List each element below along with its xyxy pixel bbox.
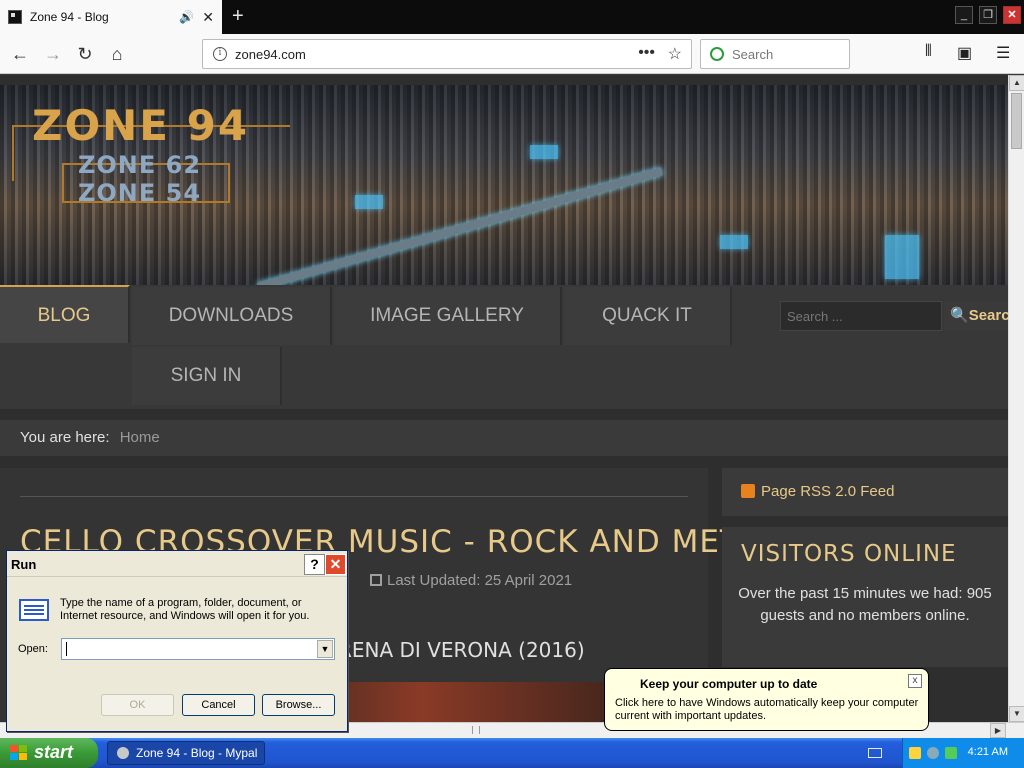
nav-item-downloads[interactable]: DOWNLOADS (132, 287, 332, 345)
keyboard-icon[interactable] (868, 748, 882, 758)
taskbar: start Zone 94 - Blog - Mypal 4:21 AM (0, 738, 1024, 768)
site-search-button[interactable]: 🔍Search (944, 301, 1008, 331)
run-program-icon (19, 599, 49, 621)
update-notification-balloon[interactable]: Keep your computer up to date x Click he… (604, 668, 929, 731)
url-bar[interactable]: i zone94.com ••• ☆ (202, 39, 692, 69)
balloon-body[interactable]: Click here to have Windows automatically… (615, 697, 920, 723)
taskbar-item-label: Zone 94 - Blog - Mypal (136, 746, 258, 760)
network-icon[interactable] (927, 747, 939, 759)
url-text[interactable]: zone94.com (235, 47, 306, 62)
breadcrumb-home-link[interactable]: Home (120, 429, 160, 446)
site-search-button-label: Search (968, 307, 1008, 324)
visitors-title: VISITORS ONLINE (741, 541, 957, 567)
bookmark-star-icon[interactable]: ☆ (668, 44, 682, 64)
run-dialog-title: Run (11, 557, 37, 572)
taskbar-item-browser[interactable]: Zone 94 - Blog - Mypal (107, 741, 265, 765)
restore-button[interactable]: ❐ (979, 6, 997, 24)
run-dialog-close-button[interactable]: ✕ (325, 554, 346, 575)
ok-button[interactable]: OK (101, 694, 174, 716)
run-dialog-message: Type the name of a program, folder, docu… (60, 597, 310, 622)
tab-title: Zone 94 - Blog (30, 10, 109, 24)
balloon-title: Keep your computer up to date (640, 677, 818, 691)
security-shield-icon[interactable] (909, 747, 921, 759)
clock[interactable]: 4:21 AM (968, 746, 1008, 758)
browse-button[interactable]: Browse... (262, 694, 335, 716)
article-subtitle: RENA DI VERONA (2016) (338, 638, 585, 662)
scrollbar-grip[interactable] (472, 726, 480, 734)
scroll-up-arrow-icon[interactable]: ▲ (1009, 75, 1024, 91)
rss-icon (741, 484, 755, 498)
browser-toolbar: ← → ↻ ⌂ i zone94.com ••• ☆ Search ⫴ ▣ ☰ (0, 34, 1024, 74)
open-label: Open: (18, 643, 48, 655)
tab-close-icon[interactable]: ✕ (202, 9, 214, 26)
browser-search-input[interactable]: Search (700, 39, 850, 69)
nav-item-quack-it[interactable]: QUACK IT (564, 287, 732, 345)
breadcrumb: You are here: Home (0, 420, 1008, 456)
text-caret (66, 642, 67, 656)
system-tray: 4:21 AM (902, 738, 1024, 768)
site-info-icon[interactable]: i (213, 47, 227, 61)
rss-label: Page RSS 2.0 Feed (761, 483, 895, 500)
help-button[interactable]: ? (304, 554, 325, 575)
article-updated-text: Last Updated: 25 April 2021 (387, 572, 573, 589)
banner-light-decoration (530, 145, 558, 159)
search-placeholder: Search (732, 47, 774, 62)
run-dialog: Run ? ✕ Type the name of a program, fold… (6, 550, 348, 732)
forward-arrow-icon[interactable]: → (41, 42, 65, 66)
banner-light-decoration (355, 195, 383, 209)
run-dialog-titlebar[interactable]: Run ? ✕ (7, 551, 347, 577)
cancel-button[interactable]: Cancel (182, 694, 255, 716)
banner-light-decoration (720, 235, 748, 249)
rss-feed-link[interactable]: Page RSS 2.0 Feed (722, 468, 1008, 516)
scrollbar-thumb[interactable] (1011, 93, 1022, 149)
page-actions-icon[interactable]: ••• (638, 44, 655, 62)
window-close-button[interactable]: ✕ (1003, 6, 1021, 24)
breadcrumb-prefix: You are here: (20, 429, 110, 446)
banner-rail-decoration (257, 167, 663, 291)
start-label: start (34, 742, 74, 762)
sidebar-icon[interactable]: ▣ (957, 43, 972, 63)
visitors-text: Over the past 15 minutes we had: 905 gue… (738, 585, 992, 624)
article-updated: Last Updated: 25 April 2021 (370, 572, 572, 589)
site-main-nav: BLOG DOWNLOADS IMAGE GALLERY QUACK IT SI… (0, 285, 1008, 409)
home-icon[interactable]: ⌂ (105, 42, 129, 66)
new-tab-button[interactable]: + (232, 5, 244, 27)
site-logo-line2: ZONE 62 (78, 151, 202, 179)
search-engine-icon[interactable] (710, 47, 724, 61)
browser-tab[interactable]: Zone 94 - Blog 🔊 ✕ (0, 0, 222, 34)
site-banner: ZONE 94 ZONE 62 ZONE 54 (0, 85, 1008, 291)
vertical-scrollbar[interactable]: ▲ ▼ (1008, 75, 1024, 722)
balloon-close-button[interactable]: x (908, 674, 922, 688)
nav-item-blog[interactable]: BLOG (0, 285, 130, 343)
speaker-icon[interactable]: 🔊 (179, 10, 194, 24)
chevron-down-icon[interactable]: ▼ (317, 640, 333, 658)
mypal-app-icon (117, 747, 129, 759)
site-logo-main[interactable]: ZONE 94 (32, 101, 249, 150)
banner-light-decoration (885, 235, 919, 279)
scroll-right-arrow-icon[interactable]: ▶ (990, 723, 1006, 738)
library-icon[interactable]: ⫴ (925, 43, 932, 61)
site-search-input[interactable]: Search ... (780, 301, 942, 331)
divider (20, 496, 688, 497)
menu-hamburger-icon[interactable]: ☰ (996, 43, 1010, 63)
visitors-online-module: VISITORS ONLINE Over the past 15 minutes… (722, 527, 1008, 667)
back-arrow-icon[interactable]: ← (8, 42, 32, 66)
tab-strip: Zone 94 - Blog 🔊 ✕ + _ ❐ ✕ (0, 0, 1024, 34)
scroll-down-arrow-icon[interactable]: ▼ (1009, 706, 1024, 722)
minimize-button[interactable]: _ (955, 6, 973, 24)
site-logo-line3: ZONE 54 (78, 179, 202, 207)
site-favicon-icon (8, 10, 22, 24)
nav-item-sign-in[interactable]: SIGN IN (132, 347, 282, 405)
tray-app-icon[interactable] (945, 747, 957, 759)
windows-flag-icon (10, 745, 28, 761)
open-combobox[interactable]: ▼ (61, 638, 335, 660)
reload-icon[interactable]: ↻ (73, 42, 97, 66)
start-button[interactable]: start (0, 738, 98, 768)
nav-item-image-gallery[interactable]: IMAGE GALLERY (334, 287, 562, 345)
calendar-icon (370, 574, 382, 586)
